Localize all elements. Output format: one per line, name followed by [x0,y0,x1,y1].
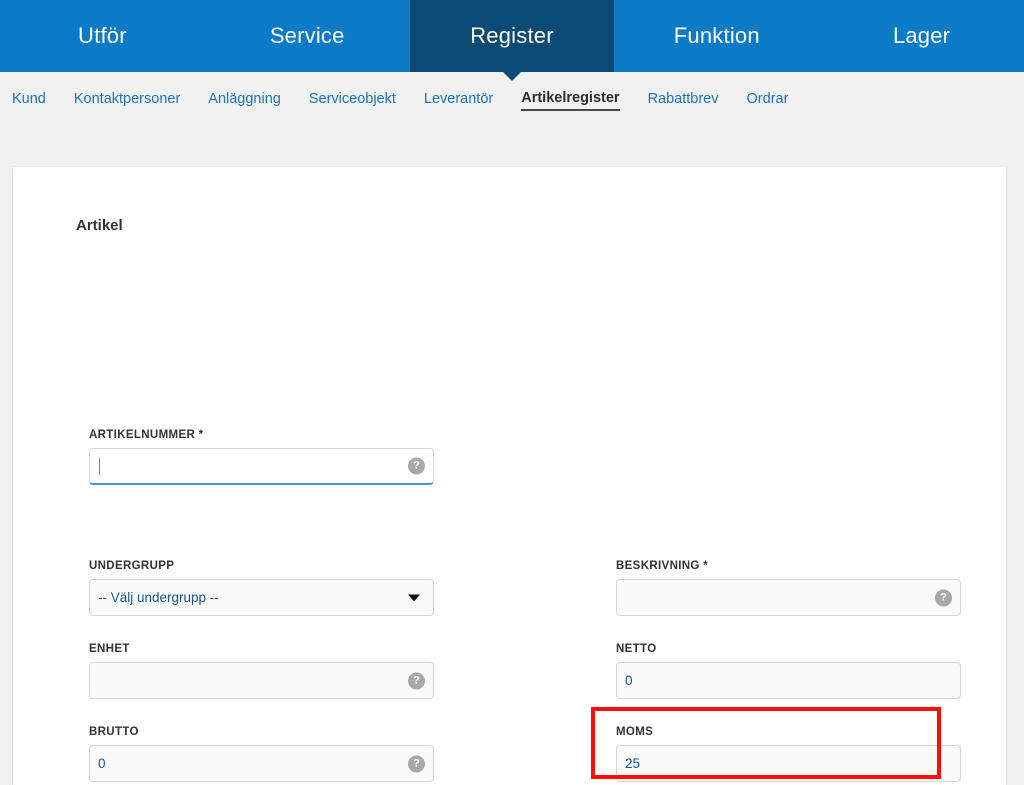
help-icon[interactable]: ? [408,457,425,475]
topnav-label: Utför [78,23,127,48]
netto-input[interactable]: 0 [616,662,961,699]
help-icon[interactable]: ? [408,755,425,772]
topnav-label: Register [470,23,554,48]
field-netto: NETTO 0 [616,643,961,699]
topnav-item-funktion[interactable]: Funktion [614,0,819,72]
field-brutto: BRUTTO 0 ? [89,726,434,782]
netto-value: 0 [625,673,633,688]
page-title: Artikel [76,217,123,234]
undergrupp-select[interactable]: -- Välj undergrupp -- [89,579,434,616]
field-label-brutto: BRUTTO [89,726,139,738]
field-label-enhet: ENHET [89,643,130,655]
subnav-item-rabattbrev[interactable]: Rabattbrev [648,91,719,110]
topnav-label: Lager [892,23,951,48]
subnav-item-artikelregister[interactable]: Artikelregister [521,90,620,111]
subnav-item-anlaggning[interactable]: Anläggning [208,91,281,110]
subnav-item-serviceobjekt[interactable]: Serviceobjekt [309,91,396,110]
field-label-netto: NETTO [616,643,657,655]
help-icon[interactable]: ? [408,672,425,689]
moms-input[interactable]: 25 [616,745,961,782]
field-artikelnummer: ARTIKELNUMMER * ? [89,429,434,485]
undergrupp-value: -- Välj undergrupp -- [98,590,219,605]
article-form-card: Artikel ARTIKELNUMMER * ? UNDERGRUPP -- … [13,167,1006,785]
field-beskrivning: BESKRIVNING * ? [616,560,961,616]
primary-navigation: Utför Service Register Funktion Lager [0,0,1024,81]
brutto-value: 0 [98,756,106,771]
subnav-item-kund[interactable]: Kund [12,91,46,110]
field-moms: MOMS 25 [616,726,961,782]
subnav-item-kontaktpersoner[interactable]: Kontaktpersoner [74,91,180,110]
topnav-item-utfor[interactable]: Utför [0,0,205,72]
field-undergrupp: UNDERGRUPP -- Välj undergrupp -- [89,560,434,616]
beskrivning-input[interactable]: ? [616,579,961,616]
field-enhet: ENHET ? [89,643,434,699]
field-label-undergrupp: UNDERGRUPP [89,560,175,572]
field-label-artikelnummer: ARTIKELNUMMER * [89,429,204,441]
chevron-down-icon [408,594,420,601]
topnav-label: Funktion [673,23,760,48]
subnav-item-ordrar[interactable]: Ordrar [747,91,789,110]
artikelnummer-input[interactable]: ? [89,448,434,485]
field-label-moms: MOMS [616,726,654,738]
brutto-input[interactable]: 0 ? [89,745,434,782]
field-label-beskrivning: BESKRIVNING * [616,560,709,572]
moms-value: 25 [625,756,641,771]
topnav-label: Service [269,23,345,48]
topnav-item-service[interactable]: Service [205,0,410,72]
text-cursor [99,457,100,475]
help-icon[interactable]: ? [935,589,952,606]
topnav-item-register[interactable]: Register [409,0,615,81]
enhet-input[interactable]: ? [89,662,434,699]
subnav-item-leverantor[interactable]: Leverantör [424,91,493,110]
active-tab-arrow-icon [501,71,522,81]
topnav-item-lager[interactable]: Lager [819,0,1024,72]
